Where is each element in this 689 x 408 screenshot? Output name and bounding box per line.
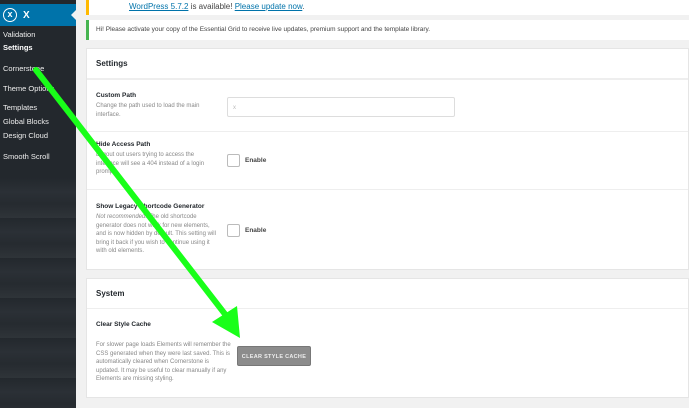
legacy-generator-warning: Not recommended. [96,214,148,220]
legacy-generator-desc-text: The old shortcode generator does not wor… [96,214,216,254]
custom-path-input[interactable]: x [227,97,455,117]
custom-path-row: Custom Path Change the path used to load… [87,79,688,131]
legacy-generator-desc: Not recommended. The old shortcode gener… [96,213,216,256]
update-now-link[interactable]: Please update now [235,2,303,11]
legacy-generator-row: Show Legacy Shortcode Generator Not reco… [87,189,688,269]
sidebar-item-theme-options[interactable]: Theme Options [3,84,54,93]
sidebar-item-settings[interactable]: Settings [3,43,33,52]
clear-style-cache-label: Clear Style Cache [96,321,151,328]
custom-path-desc: Change the path used to load the main in… [96,103,200,118]
system-title: System [87,279,688,309]
sidebar-item-global-blocks[interactable]: Global Blocks [3,117,49,126]
update-notice: WordPress 5.7.2 is available! Please upd… [86,0,689,15]
settings-title: Settings [87,49,688,79]
admin-sidebar: x X Validation Settings Cornerstone Them… [0,0,76,408]
legacy-generator-label: Show Legacy Shortcode Generator [96,203,205,210]
essential-grid-notice: Hi! Please activate your copy of the Ess… [86,20,689,40]
sidebar-blurred-region [0,178,76,408]
sidebar-item-validation[interactable]: Validation [3,30,35,39]
sidebar-item-smooth-scroll[interactable]: Smooth Scroll [3,152,50,161]
clear-style-cache-desc: For slower page loads Elements will reme… [96,342,231,382]
settings-panel: Settings Custom Path Change the path use… [86,48,689,270]
sidebar-item-templates[interactable]: Templates [3,103,37,112]
sidebar-item-design-cloud[interactable]: Design Cloud [3,131,48,140]
hide-access-path-label: Hide Access Path [96,141,151,148]
hide-access-path-desc: Logout out users trying to access the in… [96,152,205,175]
sidebar-item-x[interactable]: x X [0,4,76,26]
main-content: WordPress 5.7.2 is available! Please upd… [86,0,689,408]
update-notice-text: is available! [188,2,235,11]
system-panel: System Clear Style Cache For slower page… [86,278,689,398]
custom-path-label: Custom Path [96,92,137,99]
hide-access-path-row: Hide Access Path Logout out users trying… [87,131,688,189]
x-circle-icon: x [3,8,17,22]
sidebar-item-x-label: X [23,9,30,21]
legacy-generator-checkbox[interactable] [227,224,240,237]
sidebar-item-cornerstone[interactable]: Cornerstone [3,64,44,73]
hide-access-path-checkbox[interactable] [227,154,240,167]
update-notice-end: . [302,2,305,11]
clear-style-cache-button[interactable]: CLEAR STYLE CACHE [237,346,311,366]
legacy-generator-enable-label: Enable [245,227,267,234]
hide-access-path-enable-label: Enable [245,157,267,164]
wordpress-version-link[interactable]: WordPress 5.7.2 [129,2,188,11]
